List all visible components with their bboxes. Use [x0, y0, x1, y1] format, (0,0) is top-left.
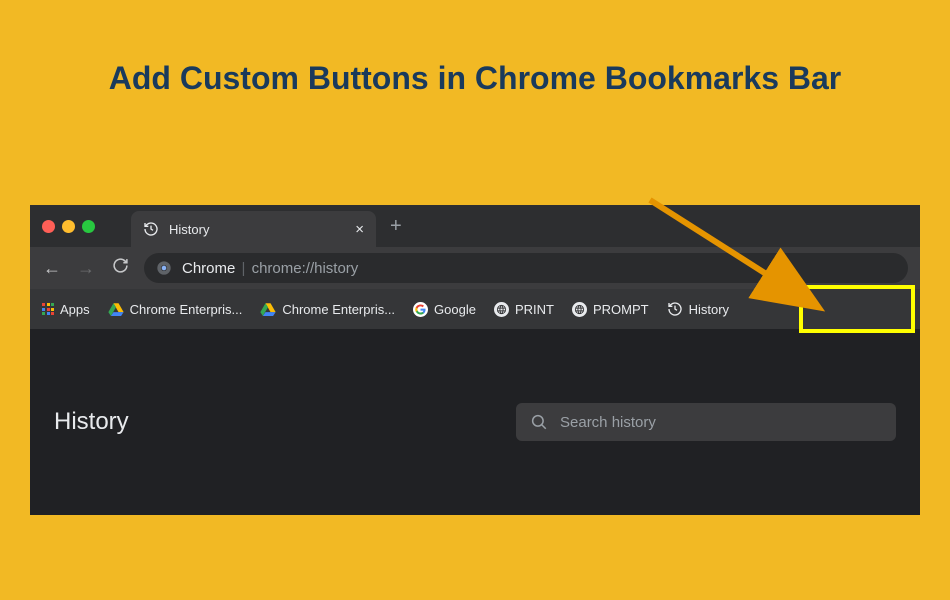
back-button[interactable]: ← — [42, 258, 62, 279]
highlight-annotation — [799, 285, 915, 333]
chrome-browser-window: History × + ← → Chrome | chrome://histor… — [30, 205, 920, 515]
bookmark-label: Google — [434, 302, 476, 317]
bookmark-label: Apps — [60, 302, 90, 317]
page-title: Add Custom Buttons in Chrome Bookmarks B… — [0, 0, 950, 97]
bookmark-prompt[interactable]: PROMPT — [572, 302, 649, 317]
tab-title: History — [169, 222, 345, 237]
bookmark-label: History — [689, 302, 729, 317]
address-bar[interactable]: Chrome | chrome://history — [144, 253, 908, 283]
history-search-input[interactable]: Search history — [516, 403, 896, 441]
search-icon — [530, 413, 548, 431]
bookmark-apps[interactable]: Apps — [42, 302, 90, 317]
maximize-window-button[interactable] — [82, 220, 95, 233]
history-icon — [667, 301, 683, 317]
content-heading: History — [54, 378, 129, 466]
browser-toolbar: ← → Chrome | chrome://history — [30, 247, 920, 289]
bookmark-label: Chrome Enterpris... — [282, 302, 395, 317]
drive-icon — [260, 302, 276, 316]
browser-tab[interactable]: History × — [131, 211, 376, 247]
bookmarks-bar: Apps Chrome Enterpris... Chrome Enterpri… — [30, 289, 920, 329]
apps-grid-icon — [42, 303, 54, 315]
bookmark-label: PRINT — [515, 302, 554, 317]
minimize-window-button[interactable] — [62, 220, 75, 233]
bookmark-chrome-enterprise-1[interactable]: Chrome Enterpris... — [108, 302, 243, 317]
tab-bar: History × + — [30, 205, 920, 247]
globe-icon — [572, 302, 587, 317]
address-scheme-label: Chrome | chrome://history — [182, 260, 358, 277]
bookmark-label: PROMPT — [593, 302, 649, 317]
window-controls — [42, 220, 95, 233]
history-icon — [143, 221, 159, 237]
close-window-button[interactable] — [42, 220, 55, 233]
bookmark-history[interactable]: History — [667, 301, 729, 317]
google-g-icon — [413, 302, 428, 317]
new-tab-button[interactable]: + — [390, 215, 402, 238]
globe-icon — [494, 302, 509, 317]
chrome-icon — [156, 260, 172, 276]
bookmark-label: Chrome Enterpris... — [130, 302, 243, 317]
history-page-content: History Search history — [30, 329, 920, 515]
reload-button[interactable] — [110, 257, 130, 279]
close-tab-button[interactable]: × — [355, 221, 364, 238]
forward-button[interactable]: → — [76, 258, 96, 279]
bookmark-print[interactable]: PRINT — [494, 302, 554, 317]
search-placeholder: Search history — [560, 414, 656, 431]
bookmark-chrome-enterprise-2[interactable]: Chrome Enterpris... — [260, 302, 395, 317]
drive-icon — [108, 302, 124, 316]
bookmark-google[interactable]: Google — [413, 302, 476, 317]
